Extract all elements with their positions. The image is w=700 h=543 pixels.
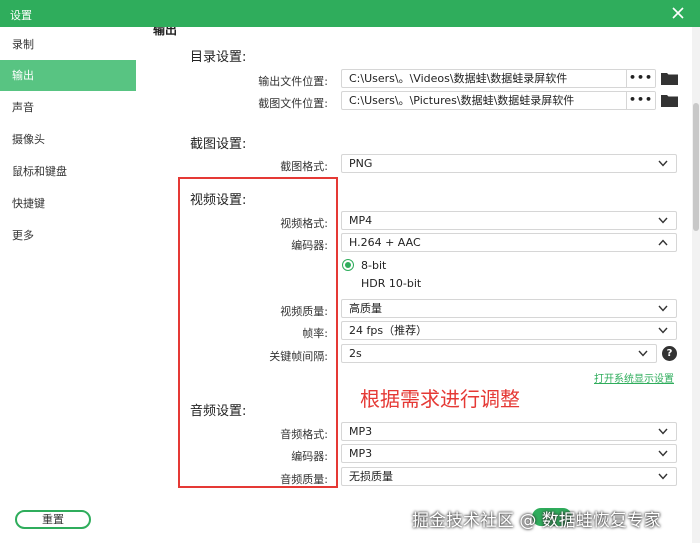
window-title: 设置 [10,9,32,22]
screenshot-location-label: 截图文件位置: [258,97,328,110]
sidebar-item-camera[interactable]: 摄像头 [0,124,136,155]
video-encoder-value: H.264 + AAC [349,236,421,249]
audio-format-value: MP3 [349,425,373,438]
bit-depth-hdr-label[interactable]: HDR 10-bit [361,277,421,290]
chevron-down-icon [658,160,668,167]
section-heading-output: 输出 [153,27,178,37]
chevron-down-icon [658,305,668,312]
audio-quality-select[interactable]: 无损质量 [341,467,677,486]
output-path-value: C:\Users\。\Videos\数据蛙\数据蛙录屏软件 [349,72,568,85]
output-settings-panel: 输出 目录设置: 输出文件位置: C:\Users\。\Videos\数据蛙\数… [140,27,700,543]
display-settings-link[interactable]: 打开系统显示设置 [594,370,674,385]
bit-depth-8bit-radio[interactable] [342,259,354,271]
keyframe-interval-value: 2s [349,347,362,360]
annotation-text: 根据需求进行调整 [360,387,520,411]
reset-button[interactable]: 重置 [15,510,91,529]
scrollbar-thumb[interactable] [693,103,699,231]
chevron-down-icon [658,217,668,224]
sidebar-item-record[interactable]: 录制 [0,29,136,60]
scrollbar[interactable] [692,27,700,543]
screenshot-folder-icon[interactable] [661,93,678,107]
audio-quality-value: 无损质量 [349,470,393,483]
screenshot-format-value: PNG [349,157,373,170]
screenshot-format-label: 截图格式: [280,160,328,173]
audio-format-select[interactable]: MP3 [341,422,677,441]
sidebar-item-audio[interactable]: 声音 [0,92,136,123]
output-location-field[interactable]: C:\Users\。\Videos\数据蛙\数据蛙录屏软件 ••• [341,69,656,88]
chevron-down-icon [658,327,668,334]
sidebar-item-hotkeys[interactable]: 快捷键 [0,188,136,219]
screenshot-browse-button[interactable]: ••• [626,92,655,109]
directory-settings-title: 目录设置: [190,50,247,65]
watermark-text: 掘金技术社区 @ 数据蛙恢复专家 [412,511,661,531]
screenshot-settings-title: 截图设置: [190,137,247,152]
bit-depth-8bit-label: 8-bit [361,259,387,272]
frame-rate-value: 24 fps（推荐） [349,324,428,337]
sidebar-item-output[interactable]: 输出 [0,60,136,91]
video-encoder-select[interactable]: H.264 + AAC [341,233,677,252]
output-location-label: 输出文件位置: [258,75,328,88]
video-format-select[interactable]: MP4 [341,211,677,230]
frame-rate-select[interactable]: 24 fps（推荐） [341,321,677,340]
chevron-down-icon [658,450,668,457]
output-folder-icon[interactable] [661,71,678,85]
audio-encoder-value: MP3 [349,447,373,460]
keyframe-interval-select[interactable]: 2s [341,344,657,363]
sidebar-item-mouse-keyboard[interactable]: 鼠标和键盘 [0,156,136,187]
title-bar: 设置 [0,0,700,27]
chevron-down-icon [658,473,668,480]
screenshot-path-value: C:\Users\。\Pictures\数据蛙\数据蛙录屏软件 [349,94,575,107]
video-format-value: MP4 [349,214,373,227]
chevron-up-icon [658,239,668,246]
sidebar: 录制 输出 声音 摄像头 鼠标和键盘 快捷键 更多 [0,27,140,543]
video-quality-value: 高质量 [349,302,382,315]
screenshot-location-field[interactable]: C:\Users\。\Pictures\数据蛙\数据蛙录屏软件 ••• [341,91,656,110]
chevron-down-icon [658,428,668,435]
audio-encoder-select[interactable]: MP3 [341,444,677,463]
chevron-down-icon [638,350,648,357]
screenshot-format-select[interactable]: PNG [341,154,677,173]
annotation-highlight-box [178,177,338,488]
close-icon[interactable] [668,3,688,23]
sidebar-item-more[interactable]: 更多 [0,220,136,251]
output-browse-button[interactable]: ••• [626,70,655,87]
help-icon[interactable]: ? [662,346,677,361]
video-quality-select[interactable]: 高质量 [341,299,677,318]
